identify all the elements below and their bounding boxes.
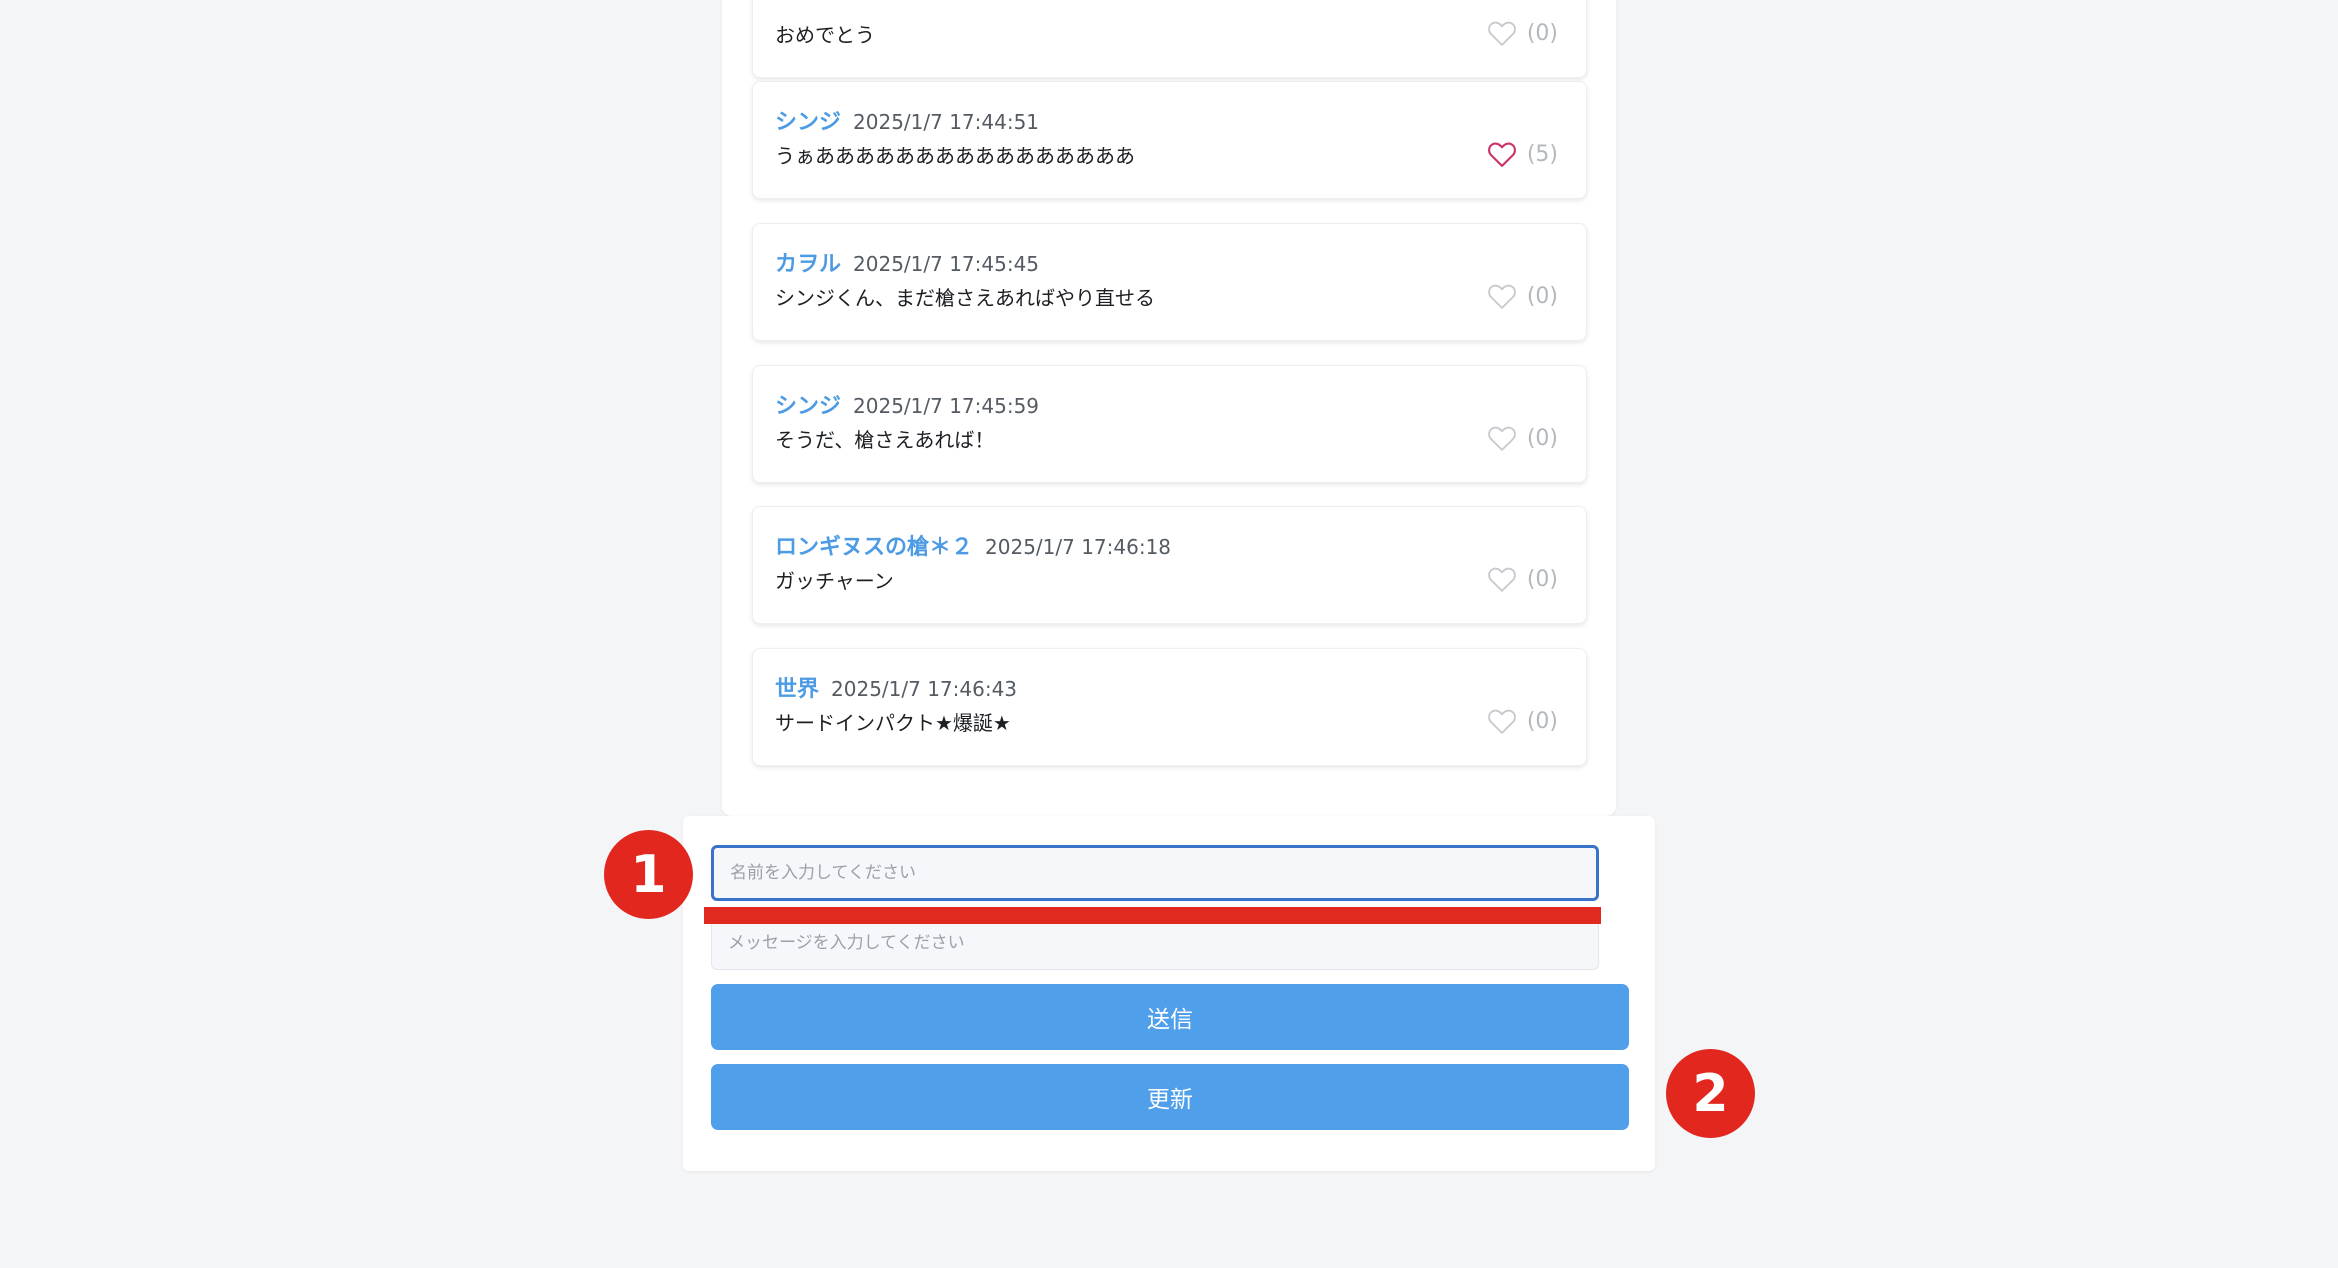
heart-icon <box>1488 426 1516 451</box>
like-button[interactable]: (0) <box>1487 282 1558 310</box>
message-text: ガッチャーン <box>775 569 894 593</box>
message-timestamp: 2025/1/7 17:45:45 <box>853 252 1040 276</box>
message-author: 世界 <box>775 677 820 702</box>
like-button[interactable]: (0) <box>1487 19 1558 47</box>
message-timestamp: 2025/1/7 17:46:43 <box>831 677 1018 701</box>
heart-icon <box>1487 142 1516 167</box>
send-button[interactable]: 送信 <box>711 984 1629 1050</box>
message-author: シンジ <box>775 394 842 419</box>
message-timestamp: 2025/1/7 17:46:18 <box>985 535 1172 559</box>
message-timestamp: 2025/1/7 17:45:59 <box>853 394 1040 418</box>
like-count: (0) <box>1526 20 1558 46</box>
like-count: (5) <box>1526 141 1558 167</box>
message-header: シンジ 2025/1/7 17:45:59 <box>775 388 1039 420</box>
message-input[interactable] <box>711 916 1599 970</box>
message-list-panel: おめでとう (0) シンジ 2025/1/7 17:44:51 うぁあああああああ… <box>722 0 1616 816</box>
name-input[interactable] <box>711 845 1599 901</box>
message-card: シンジ 2025/1/7 17:44:51 うぁああああああああああああああああ … <box>752 81 1587 199</box>
heart-icon <box>1488 567 1516 592</box>
message-header: カヲル 2025/1/7 17:45:45 <box>775 246 1039 278</box>
message-card: おめでとう (0) <box>752 0 1587 78</box>
message-text: そうだ、槍さえあれば！ <box>775 428 995 452</box>
like-count: (0) <box>1526 425 1558 451</box>
refresh-button[interactable]: 更新 <box>711 1064 1629 1130</box>
message-author: ロンギヌスの槍＊２ <box>775 535 974 560</box>
like-count: (0) <box>1526 708 1558 734</box>
step-marker-1: 1 <box>604 830 693 919</box>
heart-icon <box>1488 709 1516 734</box>
message-timestamp: 2025/1/7 17:44:51 <box>853 110 1040 134</box>
message-header: シンジ 2025/1/7 17:44:51 <box>775 104 1039 136</box>
like-button[interactable]: (0) <box>1487 424 1558 452</box>
heart-icon <box>1488 21 1516 46</box>
message-text: サードインパクト★爆誕★ <box>775 711 1011 735</box>
heart-icon <box>1488 284 1516 309</box>
message-author: カヲル <box>775 252 842 277</box>
message-card: シンジ 2025/1/7 17:45:59 そうだ、槍さえあれば！ (0) <box>752 365 1587 483</box>
message-header: 世界 2025/1/7 17:46:43 <box>775 671 1017 703</box>
like-count: (0) <box>1526 566 1558 592</box>
like-button[interactable]: (0) <box>1487 707 1558 735</box>
message-card: ロンギヌスの槍＊２ 2025/1/7 17:46:18 ガッチャーン (0) <box>752 506 1587 624</box>
message-form: 送信 更新 <box>683 816 1655 1171</box>
annotation-underline <box>704 907 1601 924</box>
message-card: 世界 2025/1/7 17:46:43 サードインパクト★爆誕★ (0) <box>752 648 1587 766</box>
message-header: ロンギヌスの槍＊２ 2025/1/7 17:46:18 <box>775 529 1171 561</box>
message-text: シンジくん、まだ槍さえあればやり直せる <box>775 286 1155 310</box>
message-card: カヲル 2025/1/7 17:45:45 シンジくん、まだ槍さえあればやり直せる… <box>752 223 1587 341</box>
step-marker-2: 2 <box>1666 1049 1755 1138</box>
like-button[interactable]: (0) <box>1487 565 1558 593</box>
like-count: (0) <box>1526 283 1558 309</box>
message-author: シンジ <box>775 110 842 135</box>
like-button[interactable]: (5) <box>1487 140 1558 168</box>
message-text: うぁああああああああああああああああ <box>775 144 1135 168</box>
message-text: おめでとう <box>775 23 875 47</box>
